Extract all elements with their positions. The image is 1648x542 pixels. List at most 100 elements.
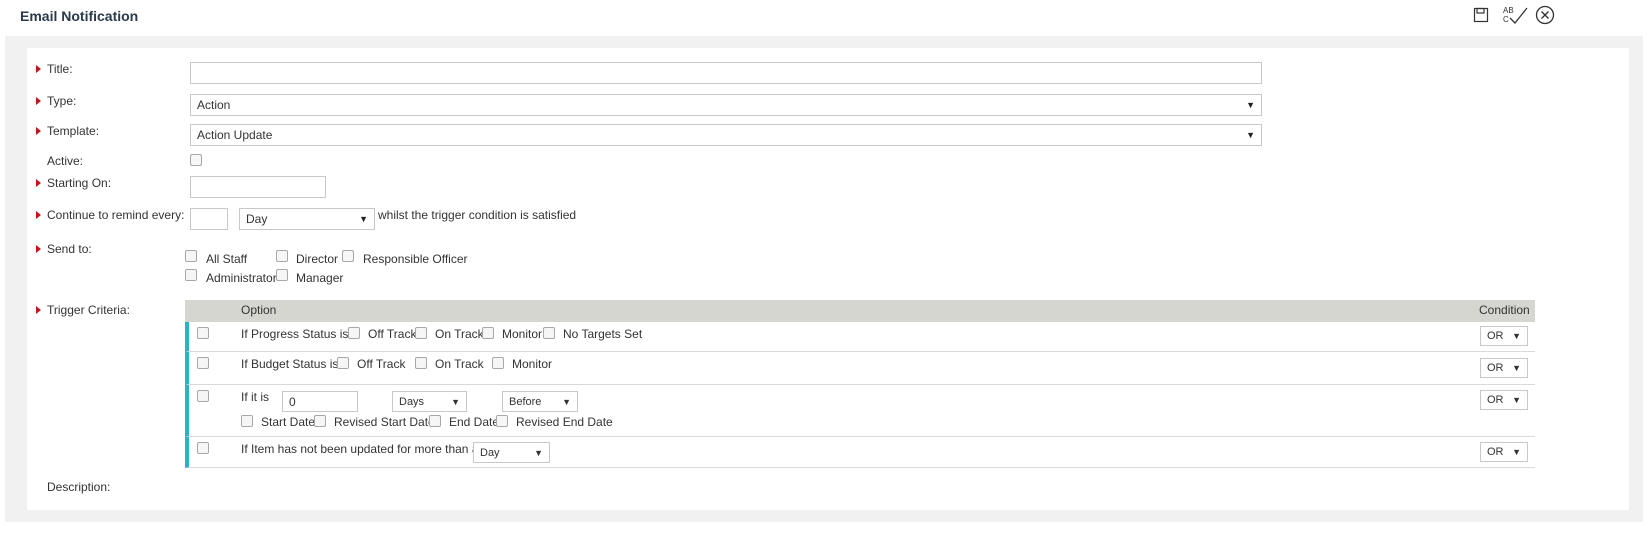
revised-end-date-checkbox[interactable] bbox=[496, 415, 508, 427]
send-to-administrator-label: Administrator bbox=[206, 271, 277, 285]
template-select-value: Action Update bbox=[197, 128, 273, 142]
trigger-condition-select[interactable]: OR ▼ bbox=[1480, 442, 1528, 462]
budget-off-track-label: Off Track bbox=[357, 357, 406, 371]
trigger-condition-select[interactable]: OR ▼ bbox=[1480, 326, 1528, 346]
spellcheck-icon[interactable]: AB C bbox=[1500, 4, 1530, 26]
template-label: Template: bbox=[47, 124, 100, 138]
send-to-manager-label: Manager bbox=[296, 271, 344, 285]
title-input[interactable] bbox=[190, 62, 1262, 84]
trigger-row-text: If Progress Status is bbox=[241, 327, 349, 341]
progress-no-targets-label: No Targets Set bbox=[563, 327, 643, 341]
active-label: Active: bbox=[47, 154, 84, 168]
dropdown-arrow-icon: ▼ bbox=[1512, 331, 1521, 341]
trigger-row-text: If Budget Status is bbox=[241, 357, 339, 371]
send-to-director-label: Director bbox=[296, 252, 339, 266]
required-marker-icon bbox=[36, 211, 41, 219]
send-to-manager-checkbox[interactable] bbox=[276, 269, 288, 281]
budget-monitor-checkbox[interactable] bbox=[492, 357, 504, 369]
dropdown-arrow-icon: ▼ bbox=[1246, 100, 1255, 110]
progress-on-track-label: On Track bbox=[435, 327, 484, 341]
send-to-all-staff-checkbox[interactable] bbox=[185, 250, 197, 262]
type-select[interactable]: Action ▼ bbox=[190, 94, 1262, 116]
trigger-row-checkbox[interactable] bbox=[197, 442, 209, 454]
remind-unit-value: Day bbox=[246, 212, 268, 226]
trigger-criteria-table: Option Condition If Progress Status is O… bbox=[185, 300, 1535, 468]
trigger-table-header: Option Condition bbox=[185, 300, 1535, 322]
trigger-row-progress: If Progress Status is Off Track On Track… bbox=[185, 322, 1535, 352]
form-panel: Title: Type: Action ▼ Template: Action U… bbox=[5, 36, 1643, 522]
date-relation-select[interactable]: Before ▼ bbox=[502, 391, 578, 412]
dropdown-arrow-icon: ▼ bbox=[1512, 395, 1521, 405]
revised-start-date-label: Revised Start Date bbox=[334, 415, 435, 429]
trigger-row-checkbox[interactable] bbox=[197, 357, 209, 369]
dropdown-arrow-icon: ▼ bbox=[359, 214, 368, 224]
progress-monitor-label: Monitor bbox=[502, 327, 543, 341]
condition-value: OR bbox=[1487, 446, 1504, 458]
progress-no-targets-checkbox[interactable] bbox=[543, 327, 555, 339]
required-marker-icon bbox=[36, 179, 41, 187]
date-offset-unit-select[interactable]: Days ▼ bbox=[392, 391, 467, 412]
type-select-value: Action bbox=[197, 98, 231, 112]
not-updated-unit-value: Day bbox=[480, 446, 500, 459]
dropdown-arrow-icon: ▼ bbox=[1512, 447, 1521, 457]
not-updated-unit-select[interactable]: Day ▼ bbox=[473, 442, 550, 463]
send-to-responsible-officer-label: Responsible Officer bbox=[363, 252, 468, 266]
trigger-condition-select[interactable]: OR ▼ bbox=[1480, 358, 1528, 378]
send-to-administrator-checkbox[interactable] bbox=[185, 269, 197, 281]
required-marker-icon bbox=[36, 65, 41, 73]
end-date-label: End Date bbox=[449, 415, 500, 429]
progress-off-track-checkbox[interactable] bbox=[348, 327, 360, 339]
trigger-row-checkbox[interactable] bbox=[197, 327, 209, 339]
title-label: Title: bbox=[47, 62, 73, 76]
required-marker-icon bbox=[36, 306, 41, 314]
trigger-condition-column-header: Condition bbox=[1479, 303, 1530, 317]
remind-interval-input[interactable] bbox=[190, 208, 228, 230]
trigger-row-text: If Item has not been updated for more th… bbox=[241, 442, 479, 456]
form-body: Title: Type: Action ▼ Template: Action U… bbox=[27, 48, 1629, 510]
trigger-row-date: If it is Days ▼ Before ▼ Start Date Revi… bbox=[185, 385, 1535, 437]
dropdown-arrow-icon: ▼ bbox=[562, 396, 571, 407]
date-relation-value: Before bbox=[509, 395, 542, 408]
dropdown-arrow-icon: ▼ bbox=[1246, 130, 1255, 140]
page-title: Email Notification bbox=[20, 8, 139, 24]
description-label: Description: bbox=[47, 480, 111, 494]
revised-end-date-label: Revised End Date bbox=[516, 415, 613, 429]
end-date-checkbox[interactable] bbox=[429, 415, 441, 427]
spellcheck-c-text: C bbox=[1503, 15, 1509, 24]
remind-unit-select[interactable]: Day ▼ bbox=[239, 208, 375, 230]
send-to-director-checkbox[interactable] bbox=[276, 250, 288, 262]
trigger-row-not-updated: If Item has not been updated for more th… bbox=[185, 437, 1535, 468]
trigger-row-text: If it is bbox=[241, 390, 270, 404]
progress-monitor-checkbox[interactable] bbox=[482, 327, 494, 339]
required-marker-icon bbox=[36, 127, 41, 135]
active-checkbox[interactable] bbox=[190, 154, 202, 166]
trigger-row-checkbox[interactable] bbox=[197, 390, 209, 402]
date-offset-input[interactable] bbox=[282, 391, 358, 412]
remind-label: Continue to remind every: bbox=[47, 208, 185, 222]
starting-on-label: Starting On: bbox=[47, 176, 112, 190]
type-label: Type: bbox=[47, 94, 77, 108]
trigger-option-column-header: Option bbox=[241, 303, 277, 317]
dropdown-arrow-icon: ▼ bbox=[1512, 363, 1521, 373]
budget-monitor-label: Monitor bbox=[512, 357, 553, 371]
template-select[interactable]: Action Update ▼ bbox=[190, 124, 1262, 146]
start-date-label: Start Date bbox=[261, 415, 316, 429]
close-circle-icon[interactable] bbox=[1534, 4, 1556, 26]
start-date-checkbox[interactable] bbox=[241, 415, 253, 427]
revised-start-date-checkbox[interactable] bbox=[314, 415, 326, 427]
starting-on-input[interactable] bbox=[190, 176, 326, 198]
send-to-label: Send to: bbox=[47, 242, 92, 256]
save-icon[interactable] bbox=[1470, 4, 1492, 26]
send-to-responsible-officer-checkbox[interactable] bbox=[342, 250, 354, 262]
trigger-condition-select[interactable]: OR ▼ bbox=[1480, 390, 1528, 410]
spellcheck-ab-text: AB bbox=[1503, 6, 1514, 15]
progress-on-track-checkbox[interactable] bbox=[415, 327, 427, 339]
send-to-all-staff-label: All Staff bbox=[206, 252, 248, 266]
required-marker-icon bbox=[36, 245, 41, 253]
budget-on-track-checkbox[interactable] bbox=[415, 357, 427, 369]
budget-off-track-checkbox[interactable] bbox=[337, 357, 349, 369]
required-marker-icon bbox=[36, 97, 41, 105]
condition-value: OR bbox=[1487, 362, 1504, 374]
date-offset-unit-value: Days bbox=[399, 395, 425, 408]
budget-on-track-label: On Track bbox=[435, 357, 484, 371]
